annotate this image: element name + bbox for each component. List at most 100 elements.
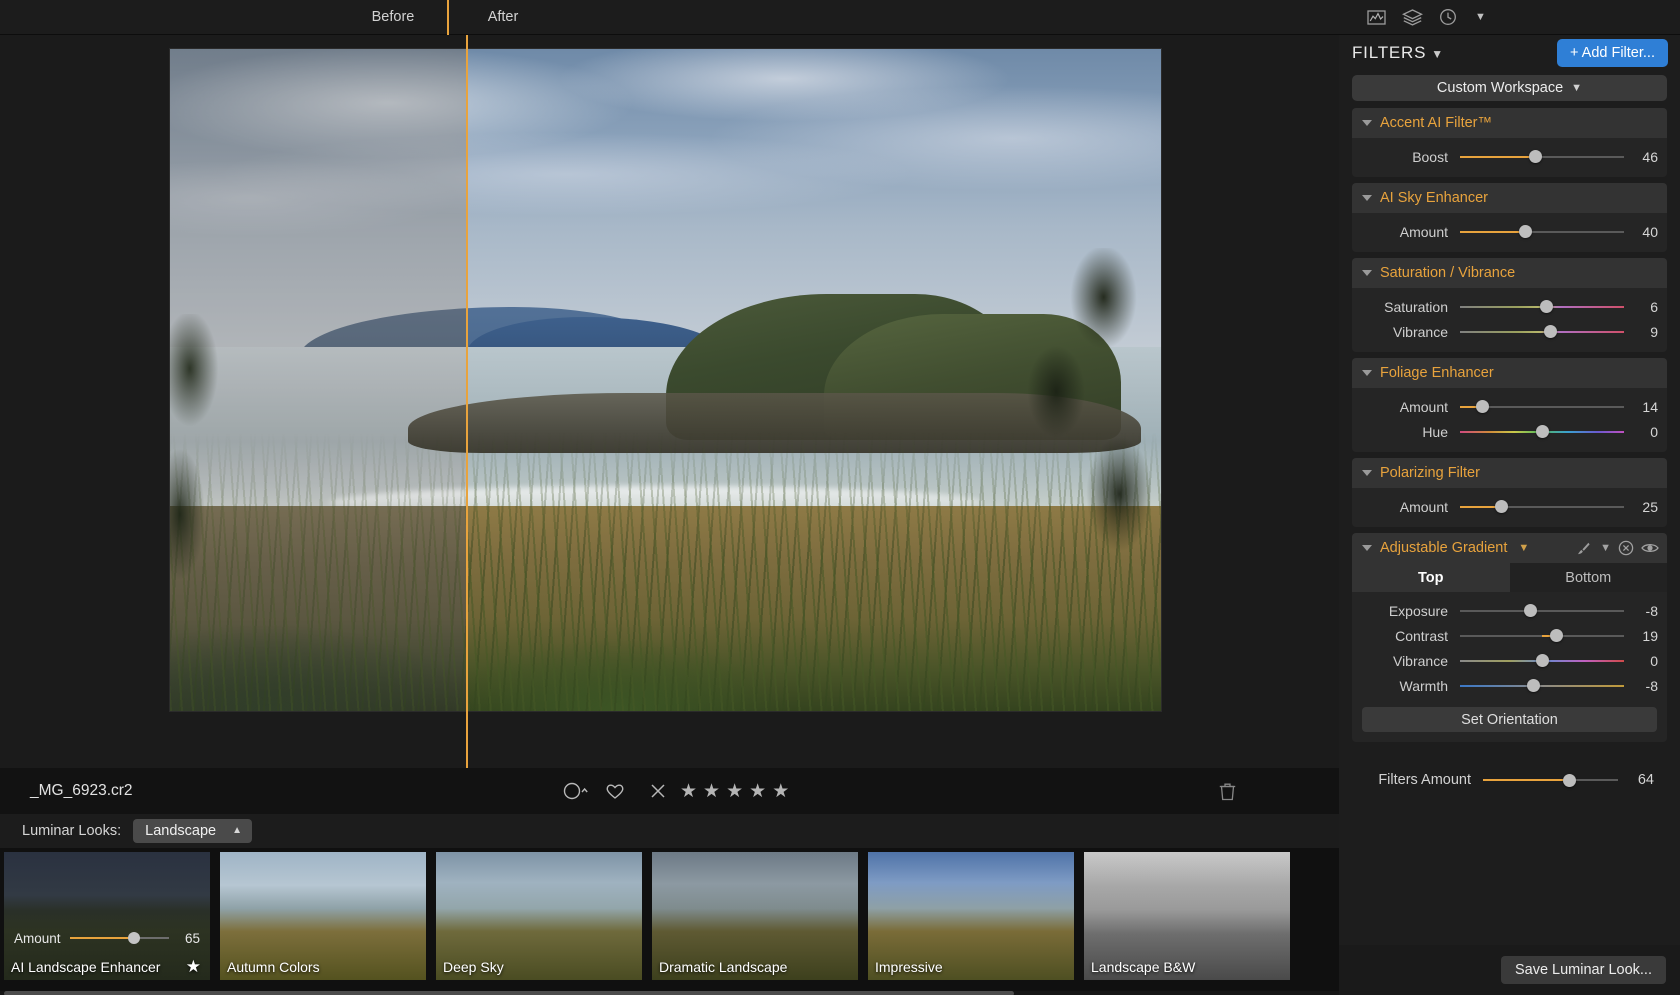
slider-value: 0 <box>1650 652 1658 669</box>
slider-row[interactable]: Amount 40 <box>1352 219 1667 244</box>
look-card-4[interactable]: Impressive <box>868 852 1074 980</box>
image-info-bar: _MG_6923.cr2 ★ ★ ★ ★ ★ <box>0 768 1339 814</box>
star-icon-1[interactable]: ★ <box>680 780 697 803</box>
luminar-looks-label: Luminar Looks: <box>22 823 122 839</box>
filter-header[interactable]: Saturation / Vibrance <box>1352 258 1667 288</box>
filters-amount-row[interactable]: Filters Amount 64 <box>1352 748 1667 796</box>
slider-track[interactable] <box>1460 628 1624 644</box>
slider-row[interactable]: Vibrance 0 <box>1352 648 1667 673</box>
star-icon-2[interactable]: ★ <box>703 780 720 803</box>
slider-track[interactable] <box>1460 149 1624 165</box>
looks-category-select[interactable]: Landscape ▲ <box>133 819 252 843</box>
slider-track[interactable] <box>1460 424 1624 440</box>
history-clock-icon[interactable] <box>1439 8 1457 26</box>
looks-filmstrip[interactable]: Amount 65 AI Landscape Enhancer ★ Autumn… <box>0 848 1339 995</box>
look-card-0[interactable]: Amount 65 AI Landscape Enhancer ★ <box>4 852 210 980</box>
disclosure-triangle-icon[interactable] <box>1362 370 1372 376</box>
before-after-toggle[interactable]: Before After <box>338 0 558 35</box>
x-reject-icon[interactable] <box>649 782 667 800</box>
slider-row[interactable]: Warmth -8 <box>1352 673 1667 698</box>
slider-row[interactable]: Hue 0 <box>1352 419 1667 444</box>
slider-value: 19 <box>1642 627 1658 644</box>
filter-header[interactable]: Foliage Enhancer <box>1352 358 1667 388</box>
filter-header[interactable]: AI Sky Enhancer <box>1352 183 1667 213</box>
filters-title[interactable]: FILTERS ▼ <box>1352 43 1444 63</box>
look-card-1[interactable]: Autumn Colors <box>220 852 426 980</box>
slider-track[interactable] <box>1460 399 1624 415</box>
before-label[interactable]: Before <box>338 0 448 35</box>
star-icon-4[interactable]: ★ <box>749 780 766 803</box>
filter-name: Adjustable Gradient <box>1380 540 1508 556</box>
tab-bottom[interactable]: Bottom <box>1510 563 1668 592</box>
filter-group-saturation-vibrance: Saturation / Vibrance Saturation 6 Vibra… <box>1352 258 1667 352</box>
rating-controls: ★ ★ ★ ★ ★ <box>555 780 792 803</box>
save-luminar-look-button[interactable]: Save Luminar Look... <box>1500 956 1666 984</box>
slider-track[interactable] <box>1460 499 1624 515</box>
chevron-down-icon[interactable]: ▼ <box>1600 542 1611 554</box>
disclosure-triangle-icon[interactable] <box>1362 120 1372 126</box>
slider-row[interactable]: Amount 25 <box>1352 494 1667 519</box>
slider-label: Warmth <box>1399 677 1448 694</box>
before-after-split-handle[interactable] <box>466 35 468 768</box>
filmstrip-scrollbar-thumb[interactable] <box>4 991 1014 995</box>
slider-value: 0 <box>1650 423 1658 440</box>
slider-track[interactable] <box>1460 653 1624 669</box>
look-card-5[interactable]: Landscape B&W <box>1084 852 1290 980</box>
look-card-3[interactable]: Dramatic Landscape <box>652 852 858 980</box>
slider-value: 40 <box>1642 223 1658 240</box>
filters-list[interactable]: Accent AI Filter™ Boost 46 AI Sky Enhanc… <box>1339 108 1680 898</box>
set-orientation-button[interactable]: Set Orientation <box>1362 707 1657 732</box>
filters-title-text: FILTERS <box>1352 43 1427 62</box>
add-filter-button[interactable]: + Add Filter... <box>1556 39 1668 67</box>
slider-track[interactable] <box>1460 224 1624 240</box>
filters-header: FILTERS ▼ + Add Filter... <box>1339 35 1680 71</box>
disclosure-triangle-icon[interactable] <box>1362 270 1372 276</box>
slider-row[interactable]: Amount 14 <box>1352 394 1667 419</box>
look-card-2[interactable]: Deep Sky <box>436 852 642 980</box>
after-label[interactable]: After <box>448 0 558 35</box>
disclosure-triangle-icon[interactable] <box>1362 195 1372 201</box>
slider-row[interactable]: Saturation 6 <box>1352 294 1667 319</box>
filter-header[interactable]: Accent AI Filter™ <box>1352 108 1667 138</box>
mask-clear-icon[interactable] <box>1618 540 1634 556</box>
star-icon-3[interactable]: ★ <box>726 780 743 803</box>
photo-before <box>170 49 466 711</box>
look-amount-control[interactable]: Amount 65 <box>4 926 210 950</box>
panel-toolbar: ▼ <box>1339 0 1680 35</box>
look-favorite-star-icon[interactable]: ★ <box>186 957 201 977</box>
brush-icon[interactable] <box>1576 541 1591 556</box>
slider-row[interactable]: Contrast 19 <box>1352 623 1667 648</box>
look-amount-slider[interactable] <box>69 931 169 945</box>
disclosure-triangle-icon[interactable] <box>1362 545 1372 551</box>
image-canvas[interactable] <box>0 35 1339 768</box>
histogram-icon[interactable] <box>1367 9 1386 26</box>
slider-row[interactable]: Boost 46 <box>1352 144 1667 169</box>
layers-icon[interactable] <box>1402 8 1423 26</box>
workspace-selector[interactable]: Custom Workspace ▼ <box>1352 75 1667 101</box>
slider-value: 6 <box>1650 298 1658 315</box>
slider-track[interactable] <box>1460 678 1624 694</box>
eye-icon[interactable] <box>1641 541 1659 555</box>
trash-icon[interactable] <box>1219 782 1236 801</box>
slider-row[interactable]: Exposure -8 <box>1352 598 1667 623</box>
slider-value: 46 <box>1642 148 1658 165</box>
filter-header[interactable]: Polarizing Filter <box>1352 458 1667 488</box>
slider-track[interactable] <box>1460 299 1624 315</box>
filter-body: Amount 14 Hue 0 <box>1352 388 1667 452</box>
star-icon-5[interactable]: ★ <box>772 780 789 803</box>
disclosure-triangle-icon[interactable] <box>1362 470 1372 476</box>
filter-body: Amount 40 <box>1352 213 1667 252</box>
circle-chevron-icon[interactable] <box>563 782 589 800</box>
tab-top[interactable]: Top <box>1352 563 1510 592</box>
filters-amount-slider[interactable] <box>1483 772 1618 788</box>
chevron-down-icon[interactable]: ▼ <box>1518 542 1529 554</box>
chevron-down-icon[interactable]: ▼ <box>1475 11 1486 23</box>
heart-icon[interactable] <box>605 782 625 800</box>
filter-header[interactable]: Adjustable Gradient ▼ ▼ <box>1352 533 1667 563</box>
slider-track[interactable] <box>1460 603 1624 619</box>
filename-label: _MG_6923.cr2 <box>30 782 133 799</box>
slider-label: Saturation <box>1384 298 1448 315</box>
slider-track[interactable] <box>1460 324 1624 340</box>
slider-row[interactable]: Vibrance 9 <box>1352 319 1667 344</box>
look-name: AI Landscape Enhancer <box>11 959 161 975</box>
